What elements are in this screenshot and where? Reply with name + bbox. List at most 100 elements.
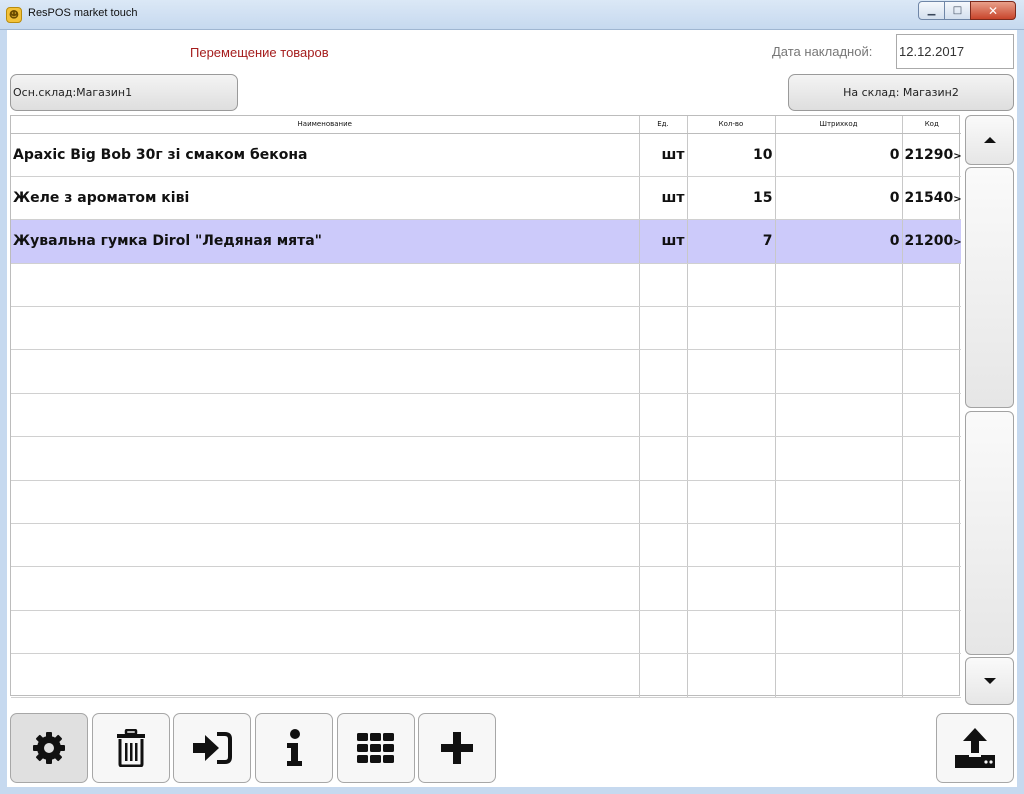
cell-qty: 15 — [687, 176, 776, 221]
empty-table-row[interactable] — [11, 523, 961, 568]
cell-name: Apaxic Big Bob 30г зі смаком бекона — [11, 133, 640, 177]
cell-qty — [687, 523, 776, 568]
cell-unit: шт — [639, 133, 688, 177]
cell-qty — [687, 653, 776, 698]
items-table: Наименование Ед. Кол-во Штрихкод Код Apa… — [10, 115, 961, 698]
login-button[interactable] — [173, 713, 251, 783]
cell-unit — [639, 263, 688, 308]
close-icon: ✕ — [987, 3, 999, 18]
empty-table-row[interactable] — [11, 480, 961, 525]
cell-qty: 10 — [687, 133, 776, 177]
cell-code — [902, 653, 961, 698]
keypad-grid-icon — [357, 733, 394, 763]
info-button[interactable] — [255, 713, 333, 783]
cell-qty — [687, 480, 776, 525]
cell-barcode — [775, 523, 903, 568]
cell-qty — [687, 566, 776, 611]
info-icon — [287, 729, 302, 766]
cell-barcode — [775, 610, 903, 655]
cell-barcode — [775, 349, 903, 394]
scroll-up-button[interactable] — [965, 115, 1014, 165]
cell-unit — [639, 653, 688, 698]
minimize-icon: ▁ — [927, 5, 936, 16]
cell-barcode — [775, 306, 903, 351]
code-value: 21200 — [904, 233, 954, 250]
cell-barcode — [775, 653, 903, 698]
cell-name — [11, 566, 640, 611]
scroll-page-up-area[interactable] — [965, 167, 1014, 408]
add-button[interactable] — [418, 713, 496, 783]
column-header-barcode[interactable]: Штрихкод — [775, 116, 903, 134]
cell-qty — [687, 263, 776, 308]
cell-name — [11, 523, 640, 568]
target-warehouse-button[interactable]: На склад: Магазин2 — [788, 74, 1014, 111]
cell-unit: шт — [639, 176, 688, 221]
upload-icon — [955, 728, 995, 768]
column-header-qty[interactable]: Кол-во — [687, 116, 776, 134]
cell-unit — [639, 436, 688, 481]
cell-unit — [639, 393, 688, 438]
scroll-down-button[interactable] — [965, 657, 1014, 705]
cell-barcode — [775, 480, 903, 525]
maximize-button[interactable]: □ — [944, 1, 971, 20]
cell-code: 21290> — [902, 133, 961, 177]
empty-table-row[interactable] — [11, 306, 961, 351]
upload-button[interactable] — [936, 713, 1014, 783]
cell-code — [902, 566, 961, 611]
minimize-button[interactable]: ▁ — [918, 1, 945, 20]
table-row[interactable]: Жувальна гумка Dirol "Ледяная мята" шт 7 0 2… — [11, 219, 961, 264]
invoice-date-field[interactable]: 12.12.2017 — [896, 34, 1014, 69]
empty-table-row[interactable] — [11, 263, 961, 308]
empty-table-row[interactable] — [11, 610, 961, 655]
window-titlebar: ☻ ResPOS market touch ▁ □ ✕ — [0, 0, 1024, 30]
empty-table-row[interactable] — [11, 436, 961, 481]
cell-barcode: 0 — [775, 176, 903, 221]
table-row[interactable]: Желе з ароматом ківі шт 15 0 21540> — [11, 176, 961, 221]
cell-code — [902, 523, 961, 568]
caret-up-icon — [983, 137, 996, 143]
cell-name: Жувальна гумка Dirol "Ледяная мята" — [11, 219, 640, 264]
scroll-page-down-area[interactable] — [965, 411, 1014, 655]
code-suffix: > — [953, 194, 961, 206]
cell-code — [902, 480, 961, 525]
cell-name — [11, 610, 640, 655]
cell-barcode — [775, 566, 903, 611]
settings-button[interactable] — [10, 713, 88, 783]
cell-unit — [639, 610, 688, 655]
cell-unit — [639, 349, 688, 394]
cell-barcode: 0 — [775, 133, 903, 177]
column-header-unit[interactable]: Ед. — [639, 116, 688, 134]
column-header-code[interactable]: Код — [902, 116, 961, 134]
cell-unit — [639, 480, 688, 525]
cell-unit: шт — [639, 219, 688, 264]
cell-qty — [687, 306, 776, 351]
cell-code — [902, 393, 961, 438]
cell-name — [11, 306, 640, 351]
delete-button[interactable] — [92, 713, 170, 783]
cell-name — [11, 480, 640, 525]
keypad-button[interactable] — [337, 713, 415, 783]
empty-table-row[interactable] — [11, 393, 961, 438]
cell-barcode — [775, 393, 903, 438]
empty-table-row[interactable] — [11, 653, 961, 698]
cell-name — [11, 436, 640, 481]
cell-code: 21200> — [902, 219, 961, 264]
cell-name — [11, 349, 640, 394]
cell-name — [11, 653, 640, 698]
trash-icon — [117, 729, 145, 767]
cell-unit — [639, 523, 688, 568]
caret-down-icon — [983, 678, 996, 684]
invoice-date-label: Дата накладной: — [772, 44, 873, 59]
column-header-name[interactable]: Наименование — [11, 116, 640, 134]
table-row[interactable]: Apaxic Big Bob 30г зі смаком бекона шт 10 0… — [11, 133, 961, 177]
cell-name — [11, 393, 640, 438]
empty-table-row[interactable] — [11, 566, 961, 611]
close-button[interactable]: ✕ — [970, 1, 1016, 20]
empty-table-row[interactable] — [11, 349, 961, 394]
window-title: ResPOS market touch — [28, 7, 138, 19]
cell-barcode — [775, 263, 903, 308]
code-value: 21540 — [904, 190, 954, 207]
source-warehouse-button[interactable]: Осн.склад:Магазин1 — [10, 74, 238, 111]
cell-qty — [687, 349, 776, 394]
cell-qty: 7 — [687, 219, 776, 264]
